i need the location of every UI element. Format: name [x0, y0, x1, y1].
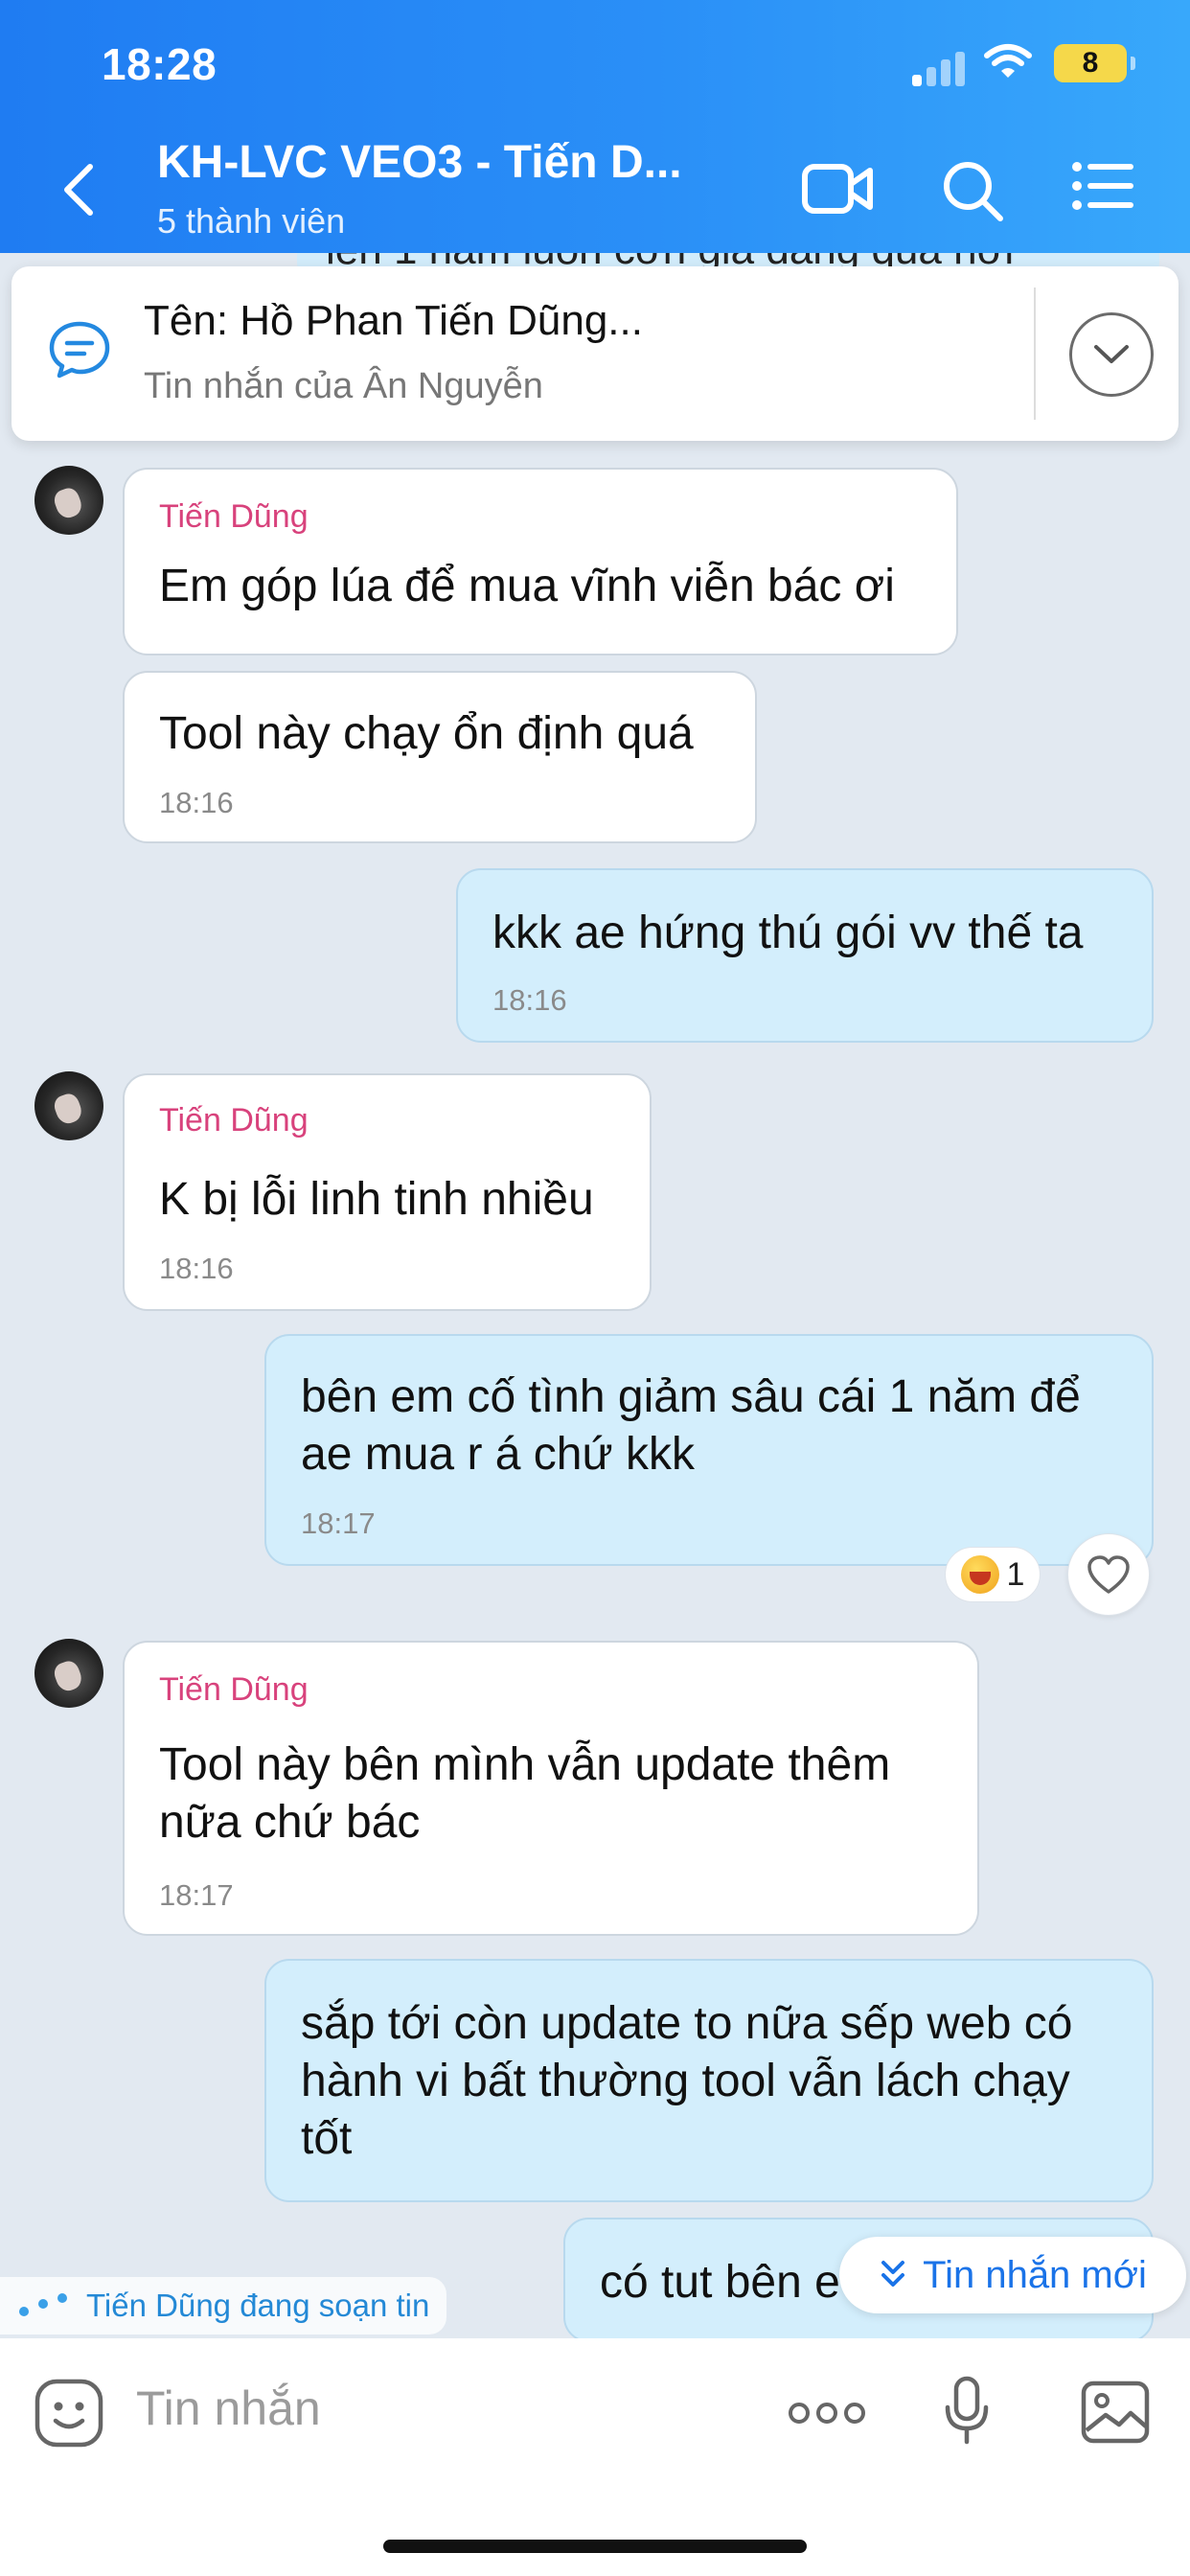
- react-button[interactable]: [1067, 1533, 1150, 1616]
- status-time: 18:28: [102, 39, 217, 89]
- cellular-signal-icon: [912, 48, 970, 86]
- emoji-button[interactable]: [33, 2377, 105, 2454]
- microphone-icon: [945, 2376, 989, 2445]
- search-icon: [944, 162, 1003, 221]
- pinned-message[interactable]: Tên: Hồ Phan Tiến Dũng... Tin nhắn của Â…: [11, 266, 1179, 441]
- expand-pinned-button[interactable]: [1069, 312, 1154, 397]
- image-picker-button[interactable]: [1079, 2379, 1152, 2450]
- chat-title[interactable]: KH-LVC VEO3 - Tiến D...: [157, 136, 682, 189]
- double-chevron-down-icon: [881, 2261, 905, 2287]
- list-menu-icon: [1072, 162, 1133, 210]
- message-bubble-incoming[interactable]: Tiến Dũng K bị lỗi linh tinh nhiều 18:16: [123, 1073, 652, 1311]
- reaction-count[interactable]: 1: [945, 1547, 1041, 1602]
- battery-icon: 8: [1054, 44, 1135, 82]
- video-camera-icon: [802, 164, 873, 214]
- chat-header: 18:28 8 KH-LVC VEO3 - Tiến D... 5 thành …: [0, 0, 1190, 253]
- message-text: bên em cố tình giảm sâu cái 1 năm để ae …: [301, 1371, 1081, 1480]
- message-bubble-incoming[interactable]: Tiến Dũng Em góp lúa để mua vĩnh viễn bá…: [123, 468, 958, 656]
- message-bubble-outgoing[interactable]: sắp tới còn update to nữa sếp web có hàn…: [264, 1959, 1154, 2202]
- sender-name: Tiến Dũng: [159, 1671, 309, 1708]
- typing-indicator: Tiến Dũng đang soạn tin: [0, 2277, 447, 2334]
- message-time: 18:16: [159, 786, 234, 819]
- back-button[interactable]: [57, 161, 105, 218]
- more-options-button[interactable]: [788, 2400, 866, 2431]
- message-text: Tool này chạy ổn định quá: [159, 708, 694, 759]
- message-bubble-outgoing[interactable]: bên em cố tình giảm sâu cái 1 năm để ae …: [264, 1334, 1154, 1566]
- more-dots-icon: [789, 2403, 865, 2424]
- pinned-divider: [1034, 288, 1036, 420]
- sender-name: Tiến Dũng: [159, 1102, 309, 1138]
- new-messages-button[interactable]: Tin nhắn mới: [839, 2237, 1186, 2313]
- message-text: kkk ae hứng thú gói vv thế ta: [492, 908, 1084, 958]
- composer-bar: Tin nhắn: [0, 2338, 1190, 2576]
- message-time: 18:17: [301, 1506, 376, 1540]
- menu-button[interactable]: [1071, 157, 1134, 219]
- chat-bubble-icon: [48, 320, 111, 384]
- pinned-subtitle: Tin nhắn của Ân Nguyễn: [144, 366, 543, 406]
- message-text: Em góp lúa để mua vĩnh viễn bác ơi: [159, 561, 895, 611]
- search-button[interactable]: [939, 157, 1006, 229]
- sender-name: Tiến Dũng: [159, 498, 309, 535]
- message-time: 18:16: [159, 1252, 234, 1285]
- message-text: K bị lỗi linh tinh nhiều: [159, 1174, 594, 1225]
- message-input[interactable]: Tin nhắn: [136, 2380, 321, 2436]
- member-count[interactable]: 5 thành viên: [157, 201, 345, 242]
- video-call-button[interactable]: [801, 157, 874, 225]
- laughing-emoji-icon: [960, 1555, 999, 1594]
- chevron-down-icon: [1094, 345, 1129, 363]
- heart-icon: [1087, 1555, 1130, 1594]
- avatar[interactable]: [34, 1639, 103, 1708]
- message-time: 18:17: [159, 1878, 234, 1912]
- image-gallery-icon: [1081, 2380, 1150, 2444]
- avatar[interactable]: [34, 1071, 103, 1140]
- wifi-icon: [983, 42, 1033, 85]
- message-text: Tool này bên mình vẫn update thêm nữa ch…: [159, 1739, 891, 1848]
- home-indicator: [383, 2540, 807, 2553]
- message-bubble-incoming[interactable]: Tool này chạy ổn định quá 18:16: [123, 671, 757, 843]
- chevron-left-icon: [64, 164, 93, 216]
- typing-dots-icon: [17, 2291, 71, 2320]
- sticker-smile-icon: [34, 2379, 103, 2448]
- voice-record-button[interactable]: [943, 2375, 991, 2452]
- avatar[interactable]: [34, 466, 103, 535]
- message-bubble-incoming[interactable]: Tiến Dũng Tool này bên mình vẫn update t…: [123, 1641, 979, 1936]
- message-text: sắp tới còn update to nữa sếp web có hàn…: [301, 1998, 1073, 2164]
- pinned-title: Tên: Hồ Phan Tiến Dũng...: [144, 297, 643, 344]
- message-time: 18:16: [492, 983, 567, 1017]
- message-bubble-outgoing[interactable]: kkk ae hứng thú gói vv thế ta 18:16: [456, 868, 1154, 1043]
